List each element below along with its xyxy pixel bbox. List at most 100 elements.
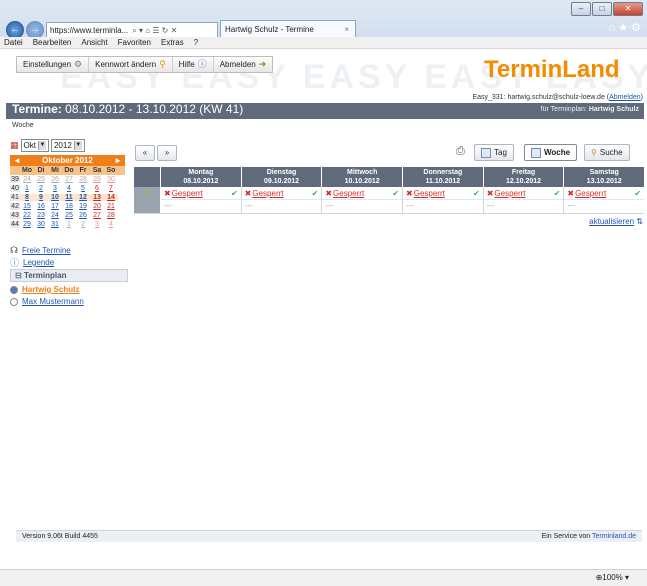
check-icon[interactable]: ✔ xyxy=(473,189,480,198)
blocked-link[interactable]: Gesperrt xyxy=(252,189,283,198)
calendar-day[interactable]: 24 xyxy=(48,212,62,219)
week-number[interactable]: 41 xyxy=(10,194,20,201)
day-header-friday[interactable]: Freitag 12.10.2012 xyxy=(484,167,565,187)
calendar-day[interactable]: 3 xyxy=(48,185,62,192)
calendar-day[interactable]: 14 xyxy=(104,194,118,201)
plan-option-label[interactable]: Hartwig Schulz xyxy=(22,285,79,294)
calendar-day[interactable]: 20 xyxy=(90,203,104,210)
menu-help[interactable]: ? xyxy=(194,38,198,47)
change-password-button[interactable]: Kennwort ändern ⚲ xyxy=(89,57,173,72)
menu-favoriten[interactable]: Favoriten xyxy=(118,38,151,47)
blocked-slot[interactable]: ✖ Gesperrt ✔ xyxy=(322,187,403,200)
settings-button[interactable]: Einstellungen ⚙ xyxy=(17,57,90,72)
calendar-day[interactable]: 17 xyxy=(48,203,62,210)
prev-week-button[interactable]: « xyxy=(135,145,155,161)
row-marker-icon[interactable]: ▼ xyxy=(134,187,161,213)
calendar-day[interactable]: 10 xyxy=(48,194,62,201)
menu-extras[interactable]: Extras xyxy=(161,38,184,47)
blocked-slot[interactable]: ✖ Gesperrt ✔ xyxy=(564,187,645,200)
tab-close-icon[interactable]: × xyxy=(344,25,349,34)
calendar-day[interactable]: 12 xyxy=(76,194,90,201)
close-window-button[interactable]: ✕ xyxy=(613,2,643,16)
browser-tab[interactable]: Hartwig Schulz - Termine × xyxy=(220,20,356,38)
blocked-link[interactable]: Gesperrt xyxy=(494,189,525,198)
week-number[interactable]: 42 xyxy=(10,203,20,210)
calendar-day[interactable]: 18 xyxy=(62,203,76,210)
empty-slot[interactable]: --- xyxy=(161,200,241,212)
address-url[interactable]: https://www.terminla... xyxy=(50,26,128,35)
calendar-day[interactable]: 25 xyxy=(62,212,76,219)
calendar-day[interactable]: 1 xyxy=(62,221,76,228)
plan-option-hartwig[interactable]: Hartwig Schulz xyxy=(10,285,128,294)
check-icon[interactable]: ✔ xyxy=(312,189,319,198)
calendar-day[interactable]: 11 xyxy=(62,194,76,201)
zoom-control[interactable]: ⊕100% ▾ xyxy=(596,573,629,582)
maximize-button[interactable]: □ xyxy=(592,2,612,16)
calendar-day[interactable]: 21 xyxy=(104,203,118,210)
week-number[interactable]: 44 xyxy=(10,221,20,228)
refresh-link[interactable]: aktualisieren xyxy=(589,217,634,226)
check-icon[interactable]: ✔ xyxy=(554,189,561,198)
calendar-day[interactable]: 4 xyxy=(104,221,118,228)
calendar-day[interactable]: 7 xyxy=(104,185,118,192)
calendar-day[interactable]: 9 xyxy=(34,194,48,201)
calendar-day[interactable]: 29 xyxy=(20,221,34,228)
plan-option-max[interactable]: Max Mustermann xyxy=(10,297,128,306)
week-number[interactable]: 40 xyxy=(10,185,20,192)
day-header-thursday[interactable]: Donnerstag 11.10.2012 xyxy=(403,167,484,187)
blocked-slot[interactable]: ✖ Gesperrt ✔ xyxy=(241,187,322,200)
check-icon[interactable]: ✔ xyxy=(231,189,238,198)
print-icon[interactable]: ⎙ xyxy=(456,145,465,158)
blocked-slot[interactable]: ✖ Gesperrt ✔ xyxy=(483,187,564,200)
day-header-monday[interactable]: Montag 08.10.2012 xyxy=(161,167,242,187)
help-button[interactable]: Hilfe ⓘ xyxy=(173,57,214,72)
address-icons[interactable]: ⌕ ▾ ⌂ ☰ ↻ ✕ xyxy=(132,26,177,36)
calendar-day[interactable]: 6 xyxy=(90,185,104,192)
calendar-day[interactable]: 28 xyxy=(104,212,118,219)
week-number[interactable]: 43 xyxy=(10,212,20,219)
radio-selected[interactable] xyxy=(10,285,18,294)
calendar-day[interactable]: 16 xyxy=(34,203,48,210)
next-month-button[interactable]: ► xyxy=(114,156,122,165)
next-week-button[interactable]: » xyxy=(157,145,177,161)
calendar-day[interactable]: 30 xyxy=(104,176,118,183)
week-number[interactable]: 39 xyxy=(10,176,20,183)
empty-slot[interactable]: --- xyxy=(242,200,322,212)
radio-unselected[interactable] xyxy=(10,297,18,306)
calendar-day[interactable]: 25 xyxy=(34,176,48,183)
blocked-link[interactable]: Gesperrt xyxy=(575,189,606,198)
calendar-day[interactable]: 22 xyxy=(20,212,34,219)
calendar-day[interactable]: 8 xyxy=(20,194,34,201)
browser-right-icons[interactable]: ⌂ ★ ⚙ xyxy=(609,21,641,34)
blocked-link[interactable]: Gesperrt xyxy=(414,189,445,198)
month-select[interactable]: Okt ▼ xyxy=(20,139,49,152)
empty-slot[interactable]: --- xyxy=(403,200,483,212)
blocked-link[interactable]: Gesperrt xyxy=(333,189,364,198)
calendar-day[interactable]: 2 xyxy=(76,221,90,228)
calendar-day[interactable]: 30 xyxy=(34,221,48,228)
day-view-button[interactable]: Tag xyxy=(474,144,514,161)
calendar-day[interactable]: 24 xyxy=(20,176,34,183)
calendar-day[interactable]: 13 xyxy=(90,194,104,201)
blocked-slot[interactable]: ✖ Gesperrt ✔ xyxy=(161,187,241,200)
calendar-day[interactable]: 19 xyxy=(76,203,90,210)
calendar-day[interactable]: 5 xyxy=(76,185,90,192)
free-slots-link[interactable]: Freie Termine xyxy=(22,246,71,255)
calendar-day[interactable]: 27 xyxy=(90,212,104,219)
terminland-link[interactable]: Terminland.de xyxy=(592,533,636,540)
empty-slot[interactable]: --- xyxy=(322,200,402,212)
week-view-button[interactable]: Woche xyxy=(524,144,578,161)
minimize-button[interactable]: – xyxy=(571,2,591,16)
legend-link[interactable]: Legende xyxy=(23,258,54,267)
calendar-day[interactable]: 23 xyxy=(34,212,48,219)
calendar-day[interactable]: 3 xyxy=(90,221,104,228)
logout-button[interactable]: Abmelden ➜ xyxy=(214,57,273,72)
menu-datei[interactable]: Datei xyxy=(4,38,23,47)
calendar-day[interactable]: 29 xyxy=(90,176,104,183)
calendar-day[interactable]: 31 xyxy=(48,221,62,228)
logout-link[interactable]: Abmelden xyxy=(609,94,641,101)
calendar-day[interactable]: 27 xyxy=(62,176,76,183)
day-header-saturday[interactable]: Samstag 13.10.2012 xyxy=(564,167,644,187)
check-icon[interactable]: ✔ xyxy=(634,189,641,198)
day-header-tuesday[interactable]: Dienstag 09.10.2012 xyxy=(242,167,323,187)
